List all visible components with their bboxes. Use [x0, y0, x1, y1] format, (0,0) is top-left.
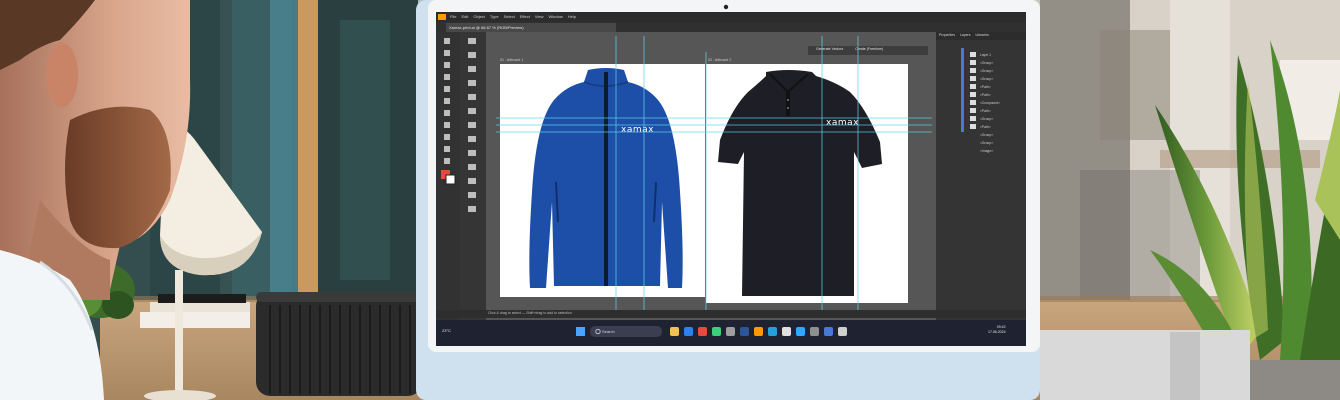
menu-file[interactable]: File	[450, 14, 456, 22]
menu-effect[interactable]: Effect	[520, 14, 530, 22]
layer-row[interactable]: <Image>	[980, 147, 1000, 155]
tab-properties[interactable]: Properties	[939, 33, 955, 37]
layer-row[interactable]: <Group>	[980, 139, 1000, 147]
polo-brand-text: xamax	[826, 118, 859, 128]
menu-object[interactable]: Object	[473, 14, 485, 22]
jacket-brand-text: xamax	[621, 125, 654, 135]
tab-libraries[interactable]: Libraries	[975, 33, 988, 37]
menu-select[interactable]: Select	[504, 14, 515, 22]
layer-row[interactable]: <Group>	[980, 67, 1000, 75]
artboard-1-label: 01 - Artboard 1	[500, 58, 524, 62]
menu-edit[interactable]: Edit	[461, 14, 468, 22]
stroke-color-swatch[interactable]	[445, 174, 456, 185]
layer-row[interactable]: <Path>	[980, 107, 1000, 115]
monitor-screen: xamax xamax File Edit Object Type Select…	[436, 12, 1026, 346]
layer-row[interactable]: <Compound>	[980, 99, 1000, 107]
start-icon[interactable]	[576, 327, 585, 336]
menu-view[interactable]: View	[535, 14, 544, 22]
status-hint: Click & drag to select — Shift+drag to a…	[488, 311, 572, 315]
clock-date: 17.06.2024	[988, 330, 1006, 334]
layer-row[interactable]: <Group>	[980, 131, 1000, 139]
layers-panel: Layer 1 <Group> <Group> <Group> <Path> <…	[980, 51, 1000, 155]
clock[interactable]: 09:42 17.06.2024	[988, 325, 1006, 335]
generate-vectors-button[interactable]: Generate Vectors	[816, 47, 843, 51]
document-tab[interactable]: Xamax-print.ai @ 66.67 % (RGB/Preview)	[449, 24, 524, 31]
taskbar-search[interactable]	[590, 326, 662, 337]
layer-row[interactable]: <Path>	[980, 91, 1000, 99]
layer-row[interactable]: Layer 1	[980, 51, 1000, 59]
menu-window[interactable]: Window	[548, 14, 562, 22]
webcam-icon	[723, 4, 729, 10]
app-logo-icon	[438, 14, 446, 20]
layer-row[interactable]: <Group>	[980, 75, 1000, 83]
panel-tabs: Properties Layers Libraries	[939, 33, 989, 37]
menu-type[interactable]: Type	[490, 14, 499, 22]
illustrator-ui: xamax xamax	[436, 12, 1026, 346]
create-freeform-button[interactable]: Create (Freeform)	[855, 47, 883, 51]
layer-row[interactable]: <Group>	[980, 115, 1000, 123]
menu-bar: File Edit Object Type Select Effect View…	[450, 14, 576, 22]
menu-help[interactable]: Help	[568, 14, 576, 22]
artboard-2-label: 02 - Artboard 2	[708, 58, 732, 62]
taskbar-search-text: Search	[602, 329, 615, 334]
tab-layers[interactable]: Layers	[960, 33, 971, 37]
speaker	[256, 292, 422, 396]
weather-widget[interactable]: 23°C	[442, 328, 451, 333]
layer-row[interactable]: <Group>	[980, 59, 1000, 67]
layer-row[interactable]: <Path>	[980, 123, 1000, 131]
context-task-bar: Generate Vectors Create (Freeform)	[816, 47, 883, 51]
photo-scene: xamax xamax File Edit Object Type Select…	[0, 0, 1340, 400]
layer-row[interactable]: <Path>	[980, 83, 1000, 91]
